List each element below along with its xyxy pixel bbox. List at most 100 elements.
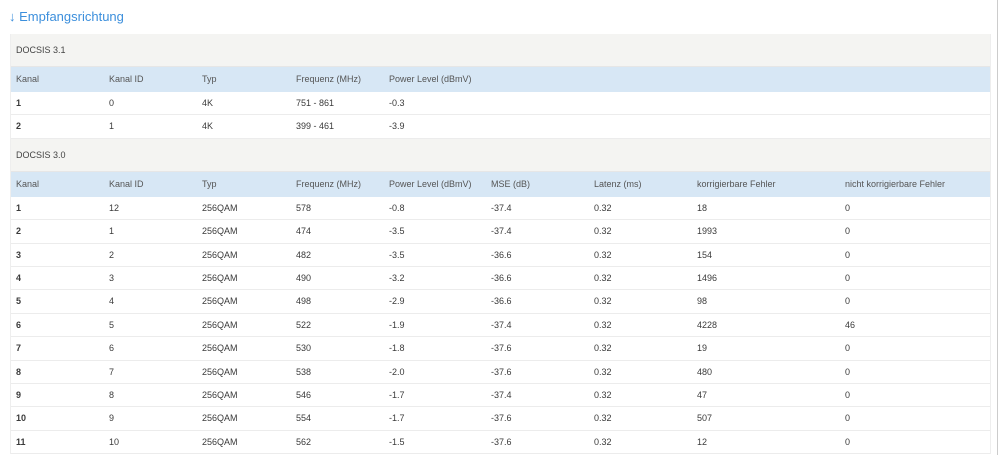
- column-header: Frequenz (MHz): [296, 178, 362, 189]
- table-cell: 498: [296, 296, 312, 307]
- table-cell: 0.32: [594, 389, 612, 400]
- table-cell: 0.32: [594, 296, 612, 307]
- table-cell: 12: [697, 436, 708, 447]
- table-cell: 522: [296, 319, 312, 330]
- table-cell: -1.8: [389, 343, 405, 354]
- table-cell: -1.7: [389, 389, 405, 400]
- table-cell: 0: [845, 343, 851, 354]
- table-cell: -37.4: [491, 226, 512, 237]
- column-header: Kanal: [16, 178, 40, 189]
- table-header: Kanal Kanal ID Typ Frequenz (MHz) Power Leve…: [11, 67, 990, 92]
- table-cell: 1: [109, 226, 115, 237]
- table-cell: 0.32: [594, 202, 612, 213]
- table-cell: 256QAM: [202, 413, 238, 424]
- table-cell: 9: [109, 413, 115, 424]
- column-header: Kanal ID: [109, 178, 144, 189]
- table-cell: 256QAM: [202, 436, 238, 447]
- table-row: 6 5 256QAM 522 -1.9 -37.4 0.32 4228 46: [11, 314, 990, 338]
- table-cell: 480: [697, 366, 713, 377]
- table-row: 9 8 256QAM 546 -1.7 -37.4 0.32 47 0: [11, 384, 990, 408]
- table-row: 5 4 256QAM 498 -2.9 -36.6 0.32 98 0: [11, 290, 990, 314]
- table-cell: 0.32: [594, 343, 612, 354]
- table-header: Kanal Kanal ID Typ Frequenz (MHz) Power Leve…: [11, 171, 990, 197]
- table-cell: 5: [16, 296, 22, 307]
- table-cell: 0.32: [594, 436, 612, 447]
- table-cell: 4K: [202, 121, 214, 132]
- table-cell: -3.2: [389, 272, 405, 283]
- table-cell: 554: [296, 413, 312, 424]
- table-cell: 256QAM: [202, 389, 238, 400]
- column-header: Kanal ID: [109, 74, 144, 84]
- table-cell: 9: [16, 389, 22, 400]
- table-cell: 3: [109, 272, 115, 283]
- downstream-tables: DOCSIS 3.1 Kanal Kanal ID Typ Frequenz (MHz…: [10, 34, 991, 455]
- table-row: 7 6 256QAM 530 -1.8 -37.6 0.32 19 0: [11, 337, 990, 361]
- table-cell: 10: [16, 413, 27, 424]
- column-header: MSE (dB): [491, 178, 531, 189]
- table-cell: -36.6: [491, 296, 512, 307]
- table-cell: 0: [845, 202, 851, 213]
- table-cell: 578: [296, 202, 312, 213]
- table-cell: 256QAM: [202, 296, 238, 307]
- table-cell: 8: [16, 366, 22, 377]
- table-row: 2 1 4K 399 - 461 -3.9: [11, 115, 990, 139]
- table-cell: 0: [845, 249, 851, 260]
- column-header: nicht korrigierbare Fehler: [845, 178, 946, 189]
- column-header: korrigierbare Fehler: [697, 178, 776, 189]
- column-header: Typ: [202, 74, 217, 84]
- table-cell: 1496: [697, 272, 718, 283]
- table-cell: -37.6: [491, 366, 512, 377]
- page-border: [997, 0, 998, 455]
- table-cell: 47: [697, 389, 708, 400]
- table-cell: 256QAM: [202, 319, 238, 330]
- table-cell: 0.32: [594, 366, 612, 377]
- table-cell: 2: [16, 121, 22, 132]
- column-header: Kanal: [16, 74, 40, 84]
- table-cell: 3: [16, 249, 22, 260]
- column-header: Power Level (dBmV): [389, 74, 472, 84]
- table-cell: 0: [845, 296, 851, 307]
- table-cell: -1.5: [389, 436, 405, 447]
- column-header: Latenz (ms): [594, 178, 642, 189]
- table-cell: 19: [697, 343, 708, 354]
- table-cell: -2.0: [389, 366, 405, 377]
- table-cell: 1: [16, 98, 22, 108]
- table-cell: 0: [109, 98, 115, 108]
- table-cell: 154: [697, 249, 713, 260]
- table-cell: -36.6: [491, 249, 512, 260]
- table-cell: 562: [296, 436, 312, 447]
- table-cell: 256QAM: [202, 249, 238, 260]
- table-cell: 0.32: [594, 413, 612, 424]
- table-row: 3 2 256QAM 482 -3.5 -36.6 0.32 154 0: [11, 244, 990, 267]
- table-cell: 11: [16, 436, 26, 447]
- table-row: 1 0 4K 751 - 861 -0.3: [11, 92, 990, 116]
- table-cell: 1: [109, 121, 115, 132]
- table-row: 2 1 256QAM 474 -3.5 -37.4 0.32 1993 0: [11, 220, 990, 244]
- table-cell: 0.32: [594, 272, 612, 283]
- table-cell: 0: [845, 272, 851, 283]
- table-cell: 256QAM: [202, 272, 238, 283]
- table-cell: 6: [109, 343, 115, 354]
- table-cell: 751 - 861: [296, 98, 335, 108]
- table-cell: -36.6: [491, 272, 512, 283]
- table-cell: 0: [845, 366, 851, 377]
- docsis31-header: DOCSIS 3.1: [11, 34, 990, 67]
- table-row: 4 3 256QAM 490 -3.2 -36.6 0.32 1496 0: [11, 267, 990, 291]
- table-cell: -3.9: [389, 121, 405, 132]
- table-row: 8 7 256QAM 538 -2.0 -37.6 0.32 480 0: [11, 361, 990, 384]
- docsis30-header: DOCSIS 3.0: [11, 138, 990, 172]
- table-cell: 0: [845, 436, 851, 447]
- table-row: 11 10 256QAM 562 -1.5 -37.6 0.32 12 0: [11, 431, 990, 455]
- table-cell: 546: [296, 389, 312, 400]
- table-cell: -3.5: [389, 249, 405, 260]
- table-cell: 4: [109, 296, 115, 307]
- table-cell: -0.3: [389, 98, 405, 108]
- table-cell: 8: [109, 389, 115, 400]
- table-cell: 4K: [202, 98, 214, 108]
- table-cell: 256QAM: [202, 202, 238, 213]
- table-cell: 490: [296, 272, 312, 283]
- table-cell: 530: [296, 343, 312, 354]
- table-cell: 18: [697, 202, 708, 213]
- table-cell: -37.4: [491, 319, 512, 330]
- column-header: Power Level (dBmV): [389, 178, 472, 189]
